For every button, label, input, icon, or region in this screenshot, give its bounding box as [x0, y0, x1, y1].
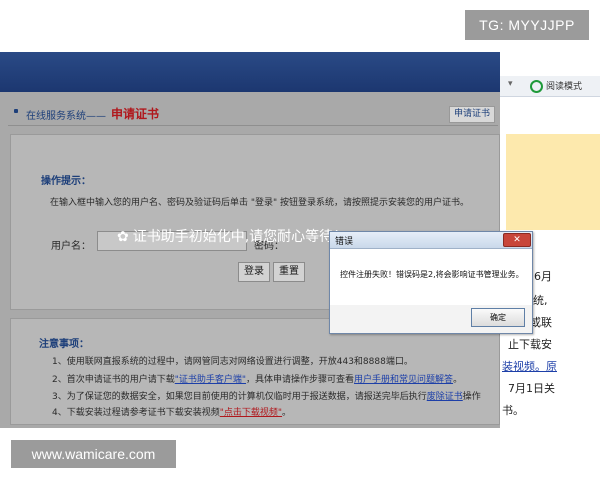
page-header-bar	[0, 52, 500, 92]
reading-mode-button[interactable]: 阅读模式	[546, 79, 582, 92]
reading-mode-icon[interactable]	[530, 80, 543, 93]
close-icon[interactable]: ✕	[503, 233, 531, 247]
username-label: 用户名：	[51, 241, 91, 252]
error-dialog: 错误 ✕ 控件注册失败！错误码是2,将会影响证书管理业务。 确定	[329, 231, 533, 334]
download-video-link[interactable]: "点击下载视频"	[220, 408, 282, 418]
dialog-title: 错误	[335, 237, 354, 247]
ok-button[interactable]: 确定	[471, 308, 525, 327]
login-button[interactable]: 登录	[238, 262, 270, 282]
download-client-link[interactable]: "证书助手客户端"	[175, 375, 246, 385]
browser-toolbar: ▾ 阅读模式	[500, 76, 600, 97]
page-text-fragment: 或联	[530, 316, 552, 329]
dialog-titlebar[interactable]: 错误 ✕	[330, 232, 532, 249]
note-item: 3、为了保证您的数据安全，如果您目前使用的计算机仅临时用于报送数据，请报送完毕后…	[52, 392, 481, 402]
notes-heading: 注意事项：	[39, 339, 89, 350]
breadcrumb: 在线服务系统—— 申请证书 申请证书	[8, 103, 498, 126]
page-text-fragment: 统,	[533, 294, 548, 307]
note-item: 4、下载安装过程请参考证书下载安装视频"点击下载视频"。	[52, 408, 292, 418]
tips-heading: 操作提示：	[41, 176, 91, 187]
loading-message: ✿ 证书助手初始化中,请您耐心等待！	[117, 226, 347, 246]
note-item: 1、使用联网直报系统的过程中，请网管同志对网络设置进行调整，开放443和8888…	[52, 357, 413, 367]
tab-apply-certificate[interactable]: 申请证书	[449, 106, 495, 123]
note-item: 2、首次申请证书的用户请下载"证书助手客户端"，具体申请操作步骤可查看用户手册和…	[52, 375, 463, 385]
page-text-fragment: 6月	[534, 270, 552, 283]
dialog-message: 控件注册失败！错误码是2,将会影响证书管理业务。	[340, 270, 524, 279]
page-text-fragment: 止下载安	[508, 338, 552, 351]
page-text-fragment: 书。	[502, 404, 524, 417]
dialog-body: 控件注册失败！错误码是2,将会影响证书管理业务。	[330, 249, 532, 305]
watermark-tg: TG: MYYJJPP	[465, 10, 589, 40]
spinner-icon: ✿	[117, 229, 129, 245]
breadcrumb-section: 在线服务系统——	[26, 111, 106, 122]
page-title: 申请证书	[111, 107, 160, 121]
tips-text: 在输入框中输入您的用户名、密码及验证码后单击 "登录" 按钮登录系统，请按照提示…	[50, 198, 470, 208]
dropdown-arrow-icon[interactable]: ▾	[508, 79, 513, 89]
highlight-block	[506, 134, 600, 230]
page-text-fragment: 7月1日关	[508, 382, 555, 395]
loading-text: 证书助手初始化中,请您耐心等待！	[132, 229, 348, 245]
bullet-icon	[14, 109, 18, 113]
user-manual-link[interactable]: 用户手册和常见问题解答	[354, 375, 453, 385]
reset-button[interactable]: 重置	[273, 262, 305, 282]
page-link-fragment[interactable]: 装视频。原	[502, 358, 557, 374]
revoke-certificate-link[interactable]: 废除证书	[427, 392, 463, 402]
watermark-site: www.wamicare.com	[11, 440, 176, 468]
